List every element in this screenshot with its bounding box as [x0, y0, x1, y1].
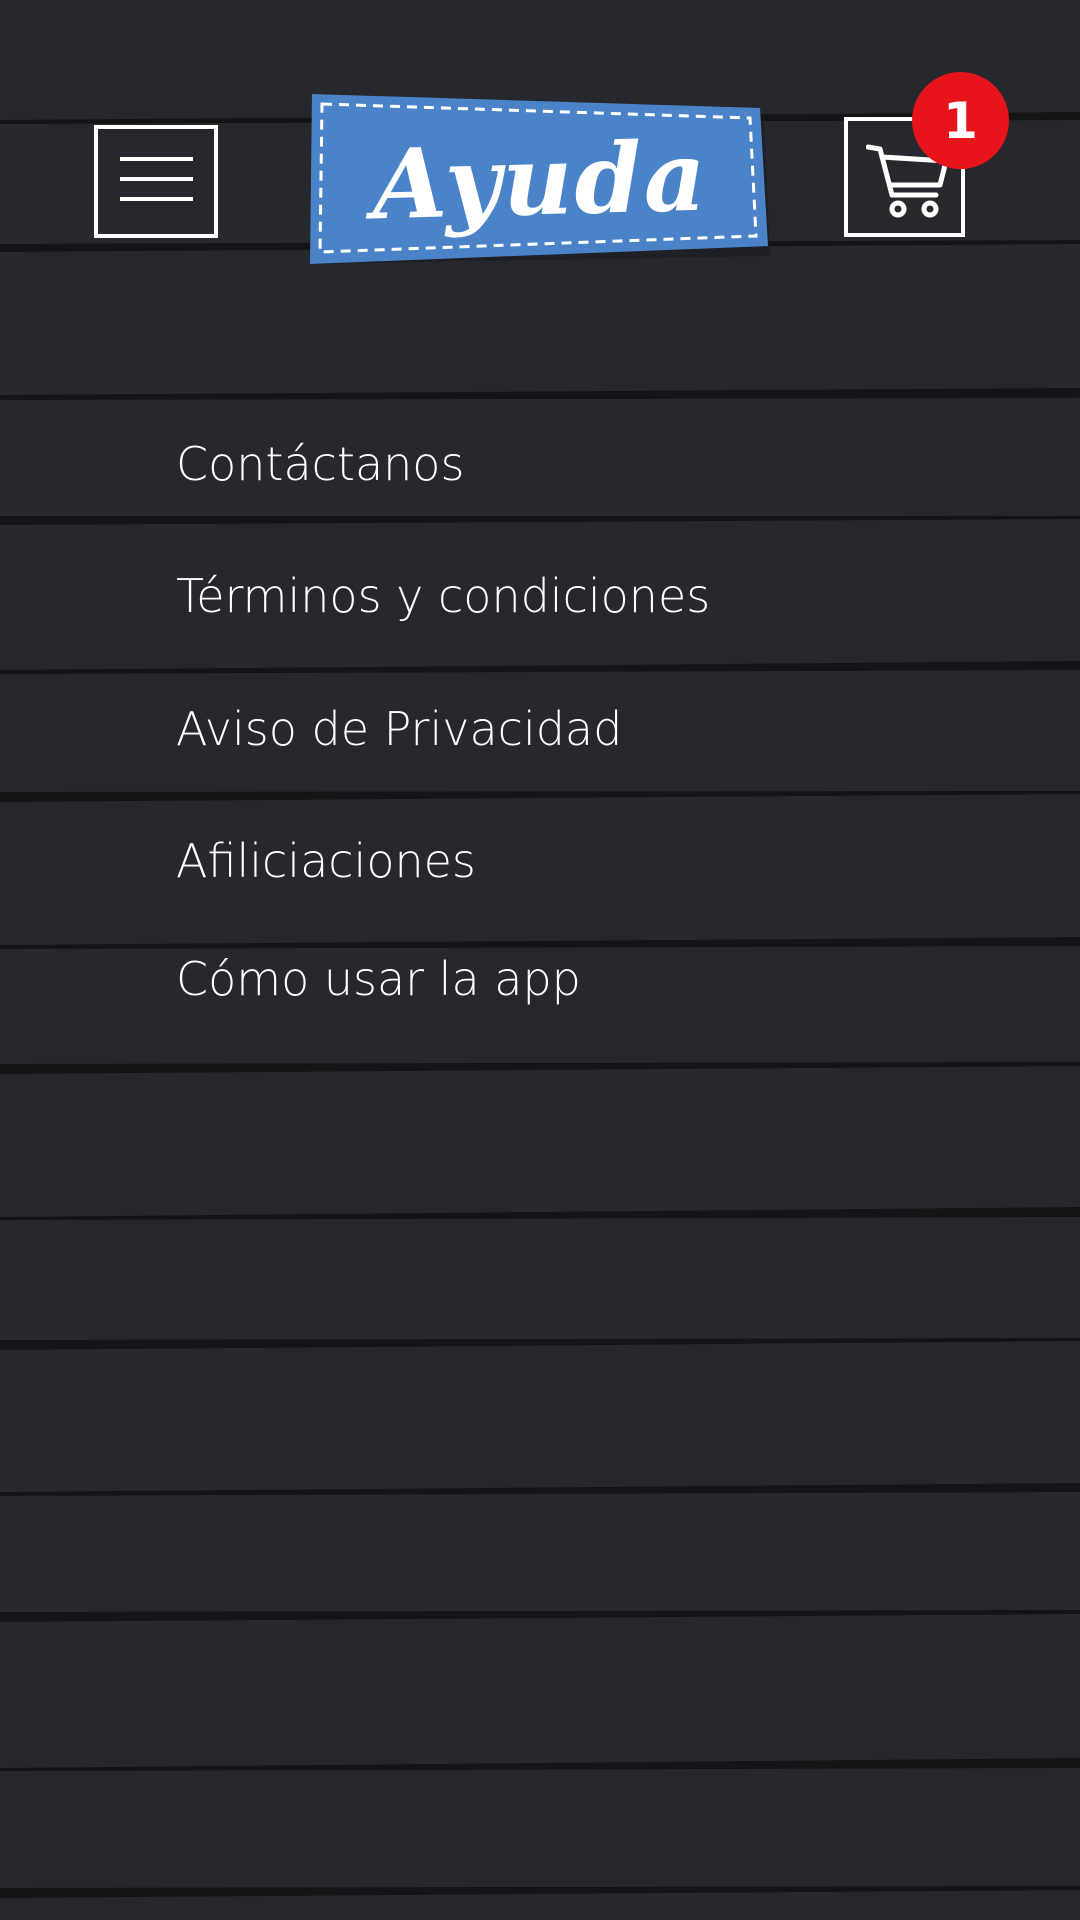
menu-button[interactable] [94, 125, 218, 238]
help-item-como-usar[interactable]: Cómo usar la app [176, 951, 581, 1007]
help-item-afiliciaciones[interactable]: Afiliciaciones [176, 833, 476, 889]
help-menu: Contáctanos Términos y condiciones Aviso… [0, 0, 1080, 1920]
help-item-aviso-privacidad[interactable]: Aviso de Privacidad [176, 701, 622, 757]
page-title-text: Ayuda [370, 119, 710, 241]
help-item-contactanos[interactable]: Contáctanos [176, 436, 464, 492]
cart-count-badge: 1 [912, 72, 1009, 169]
help-item-terminos[interactable]: Términos y condiciones [176, 568, 710, 624]
page-title: Ayuda [308, 94, 772, 266]
